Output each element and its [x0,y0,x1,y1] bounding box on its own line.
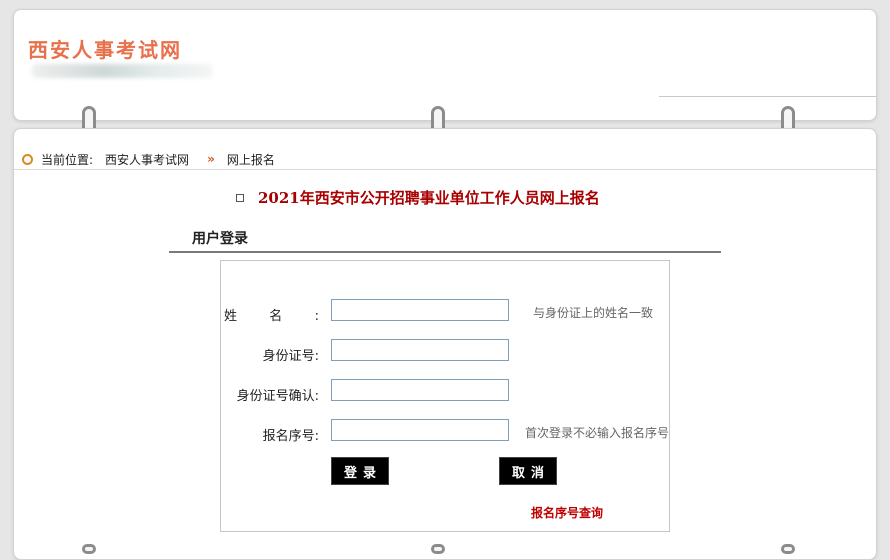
header-panel: 西安人事考试网 [13,9,877,121]
cancel-button[interactable]: 取消 [499,457,557,485]
reg-number-hint: 首次登录不必输入报名序号 [525,426,670,440]
section-title: 用户登录 [192,231,248,247]
breadcrumb: 当前位置: 西安人事考试网 » 网上报名 [22,150,275,168]
breadcrumb-home-link[interactable]: 西安人事考试网 [105,151,189,168]
name-hint: 与身份证上的姓名一致 [533,306,654,320]
id-number-input[interactable] [331,339,509,361]
reg-number-label: 报名序号: [262,429,319,444]
binder-ring-icon [82,544,96,554]
location-bullet-icon [22,153,33,165]
section-divider [169,251,721,253]
header-divider [659,96,876,97]
reg-number-input[interactable] [331,419,509,441]
registration-query-link[interactable]: 报名序号查询 [531,504,603,521]
name-input[interactable] [331,299,509,321]
main-panel: 当前位置: 西安人事考试网 » 网上报名 2021年西安市公开招聘事业单位工作人… [13,128,877,560]
site-logo[interactable]: 西安人事考试网 [28,34,182,63]
breadcrumb-current[interactable]: 网上报名 [227,151,275,168]
binder-ring-icon [431,544,445,554]
id-number-label: 身份证号: [262,349,319,364]
breadcrumb-label: 当前位置: [41,152,94,167]
logo-blurred-subtitle [32,64,212,78]
binder-ring-icon [781,544,795,554]
login-button[interactable]: 登录 [331,457,389,485]
breadcrumb-divider [14,169,876,170]
login-form: 姓名: 与身份证上的姓名一致 身份证号: 身份证号确认: 报名序号: 首次登录不… [220,260,670,532]
page-title: 2021年西安市公开招聘事业单位工作人员网上报名 [258,189,600,207]
id-confirm-label: 身份证号确认: [236,389,319,404]
id-confirm-input[interactable] [331,379,509,401]
breadcrumb-separator-icon: » [207,152,215,166]
square-bullet-icon [236,193,244,202]
name-label: 姓名: [224,309,319,324]
page-title-row: 2021年西安市公开招聘事业单位工作人员网上报名 [236,187,600,208]
